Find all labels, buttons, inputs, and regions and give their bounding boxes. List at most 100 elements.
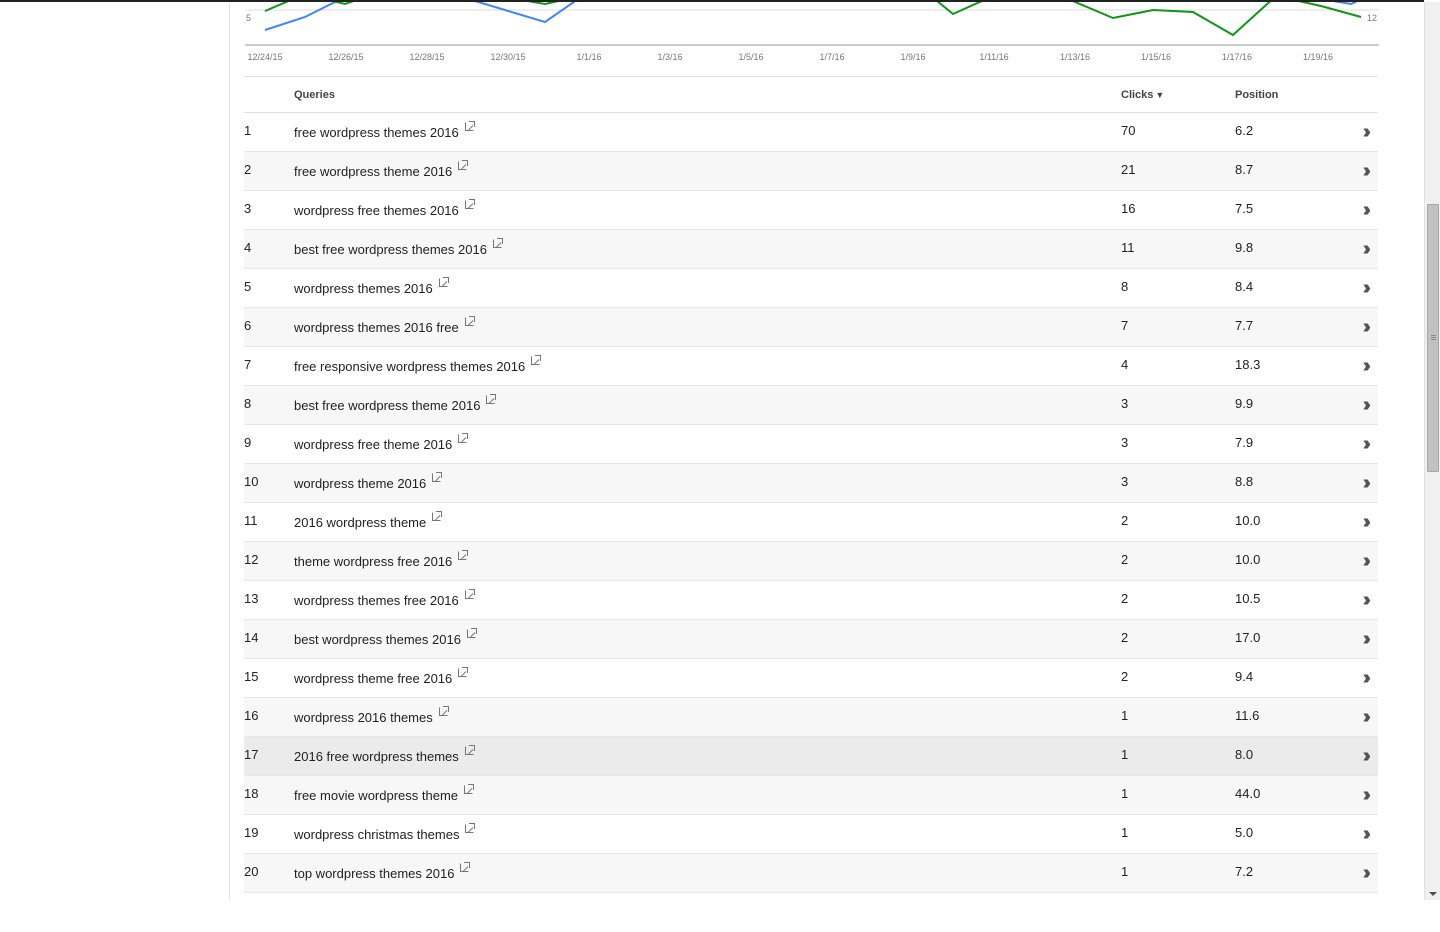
scroll-down-arrow-icon[interactable] (1429, 892, 1437, 896)
double-chevron-right-icon[interactable]: ›› (1363, 863, 1372, 883)
query-text[interactable]: wordpress christmas themes (294, 827, 459, 842)
query-text[interactable]: wordpress theme free 2016 (294, 671, 452, 686)
external-link-icon[interactable] (432, 471, 443, 482)
query-cell[interactable]: 2016 wordpress theme (294, 502, 1121, 542)
double-chevron-right-icon[interactable]: ›› (1363, 278, 1372, 298)
query-cell[interactable]: free wordpress themes 2016 (294, 112, 1121, 152)
query-text[interactable]: wordpress themes 2016 (294, 281, 433, 296)
external-link-icon[interactable] (465, 822, 476, 833)
double-chevron-right-icon[interactable]: ›› (1363, 434, 1372, 454)
query-cell[interactable]: best free wordpress theme 2016 (294, 385, 1121, 425)
external-link-icon[interactable] (458, 159, 469, 170)
query-text[interactable]: free wordpress themes 2016 (294, 125, 459, 140)
query-cell[interactable]: wordpress themes 2016 free (294, 307, 1121, 347)
query-text[interactable]: top wordpress themes 2016 (294, 866, 454, 881)
query-text[interactable]: wordpress free theme 2016 (294, 437, 452, 452)
row-action-cell[interactable]: ›› (1335, 229, 1378, 269)
external-link-icon[interactable] (464, 744, 475, 755)
table-row[interactable]: 6 wordpress themes 2016 free 7 7.7 ›› (244, 307, 1378, 347)
double-chevron-right-icon[interactable]: ›› (1363, 200, 1372, 220)
double-chevron-right-icon[interactable]: ›› (1363, 161, 1372, 181)
table-row[interactable]: 20 top wordpress themes 2016 1 7.2 ›› (244, 853, 1378, 893)
query-text[interactable]: best free wordpress themes 2016 (294, 242, 487, 257)
query-text[interactable]: wordpress theme 2016 (294, 476, 426, 491)
double-chevron-right-icon[interactable]: ›› (1363, 707, 1372, 727)
double-chevron-right-icon[interactable]: ›› (1363, 590, 1372, 610)
table-row[interactable]: 13 wordpress themes free 2016 2 10.5 ›› (244, 580, 1378, 620)
row-action-cell[interactable]: ›› (1335, 736, 1378, 776)
external-link-icon[interactable] (492, 237, 503, 248)
query-cell[interactable]: wordpress themes free 2016 (294, 580, 1121, 620)
row-action-cell[interactable]: ›› (1335, 502, 1378, 542)
external-link-icon[interactable] (464, 198, 475, 209)
external-link-icon[interactable] (458, 549, 469, 560)
table-row[interactable]: 14 best wordpress themes 2016 2 17.0 ›› (244, 619, 1378, 659)
query-text[interactable]: wordpress themes 2016 free (294, 320, 459, 335)
row-action-cell[interactable]: ›› (1335, 580, 1378, 620)
query-cell[interactable]: top wordpress themes 2016 (294, 853, 1121, 893)
double-chevron-right-icon[interactable]: ›› (1363, 629, 1372, 649)
table-row[interactable]: 10 wordpress theme 2016 3 8.8 ›› (244, 463, 1378, 503)
query-text[interactable]: wordpress 2016 themes (294, 710, 433, 725)
table-row[interactable]: 7 free responsive wordpress themes 2016 4 1… (244, 346, 1378, 386)
row-action-cell[interactable]: ›› (1335, 385, 1378, 425)
query-text[interactable]: free movie wordpress theme (294, 788, 458, 803)
query-cell[interactable]: wordpress free themes 2016 (294, 190, 1121, 230)
vertical-scrollbar[interactable] (1424, 2, 1440, 900)
query-text[interactable]: best free wordpress theme 2016 (294, 398, 480, 413)
external-link-icon[interactable] (460, 861, 471, 872)
row-action-cell[interactable]: ›› (1335, 853, 1378, 893)
query-cell[interactable]: free wordpress theme 2016 (294, 151, 1121, 191)
double-chevron-right-icon[interactable]: ›› (1363, 473, 1372, 493)
row-action-cell[interactable]: ›› (1335, 463, 1378, 503)
external-link-icon[interactable] (458, 432, 469, 443)
external-link-icon[interactable] (531, 354, 542, 365)
table-row[interactable]: 2 free wordpress theme 2016 21 8.7 ›› (244, 151, 1378, 191)
query-cell[interactable]: wordpress christmas themes (294, 814, 1121, 854)
table-row[interactable]: 8 best free wordpress theme 2016 3 9.9 ›› (244, 385, 1378, 425)
external-link-icon[interactable] (438, 705, 449, 716)
double-chevron-right-icon[interactable]: ›› (1363, 668, 1372, 688)
double-chevron-right-icon[interactable]: ›› (1363, 317, 1372, 337)
query-cell[interactable]: wordpress theme 2016 (294, 463, 1121, 503)
query-text[interactable]: best wordpress themes 2016 (294, 632, 461, 647)
table-row[interactable]: 9 wordpress free theme 2016 3 7.9 ›› (244, 424, 1378, 464)
table-row[interactable]: 11 2016 wordpress theme 2 10.0 ›› (244, 502, 1378, 542)
double-chevron-right-icon[interactable]: ›› (1363, 512, 1372, 532)
query-cell[interactable]: wordpress free theme 2016 (294, 424, 1121, 464)
table-row[interactable]: 4 best free wordpress themes 2016 11 9.8 ›› (244, 229, 1378, 269)
table-row[interactable]: 3 wordpress free themes 2016 16 7.5 ›› (244, 190, 1378, 230)
query-cell[interactable]: free responsive wordpress themes 2016 (294, 346, 1121, 386)
row-action-cell[interactable]: ›› (1335, 775, 1378, 815)
table-row[interactable]: 16 wordpress 2016 themes 1 11.6 ›› (244, 697, 1378, 737)
row-action-cell[interactable]: ›› (1335, 814, 1378, 854)
double-chevron-right-icon[interactable]: ›› (1363, 122, 1372, 142)
query-text[interactable]: 2016 free wordpress themes (294, 749, 459, 764)
row-action-cell[interactable]: ›› (1335, 268, 1378, 308)
external-link-icon[interactable] (432, 510, 443, 521)
external-link-icon[interactable] (458, 666, 469, 677)
query-cell[interactable]: wordpress themes 2016 (294, 268, 1121, 308)
header-queries[interactable]: Queries (294, 76, 1121, 113)
external-link-icon[interactable] (466, 627, 477, 638)
row-action-cell[interactable]: ›› (1335, 307, 1378, 347)
query-cell[interactable]: free movie wordpress theme (294, 775, 1121, 815)
double-chevron-right-icon[interactable]: ›› (1363, 239, 1372, 259)
query-text[interactable]: free responsive wordpress themes 2016 (294, 359, 525, 374)
query-text[interactable]: wordpress themes free 2016 (294, 593, 459, 608)
external-link-icon[interactable] (464, 783, 475, 794)
external-link-icon[interactable] (438, 276, 449, 287)
row-action-cell[interactable]: ›› (1335, 151, 1378, 191)
query-cell[interactable]: best free wordpress themes 2016 (294, 229, 1121, 269)
double-chevron-right-icon[interactable]: ›› (1363, 356, 1372, 376)
query-cell[interactable]: 2016 free wordpress themes (294, 736, 1121, 776)
table-row[interactable]: 1 free wordpress themes 2016 70 6.2 ›› (244, 112, 1378, 152)
row-action-cell[interactable]: ›› (1335, 424, 1378, 464)
double-chevron-right-icon[interactable]: ›› (1363, 785, 1372, 805)
scrollbar-thumb[interactable] (1427, 204, 1439, 472)
table-row[interactable]: 19 wordpress christmas themes 1 5.0 ›› (244, 814, 1378, 854)
row-action-cell[interactable]: ›› (1335, 346, 1378, 386)
query-text[interactable]: 2016 wordpress theme (294, 515, 426, 530)
query-text[interactable]: wordpress free themes 2016 (294, 203, 459, 218)
header-clicks[interactable]: Clicks ▼ (1121, 76, 1235, 113)
